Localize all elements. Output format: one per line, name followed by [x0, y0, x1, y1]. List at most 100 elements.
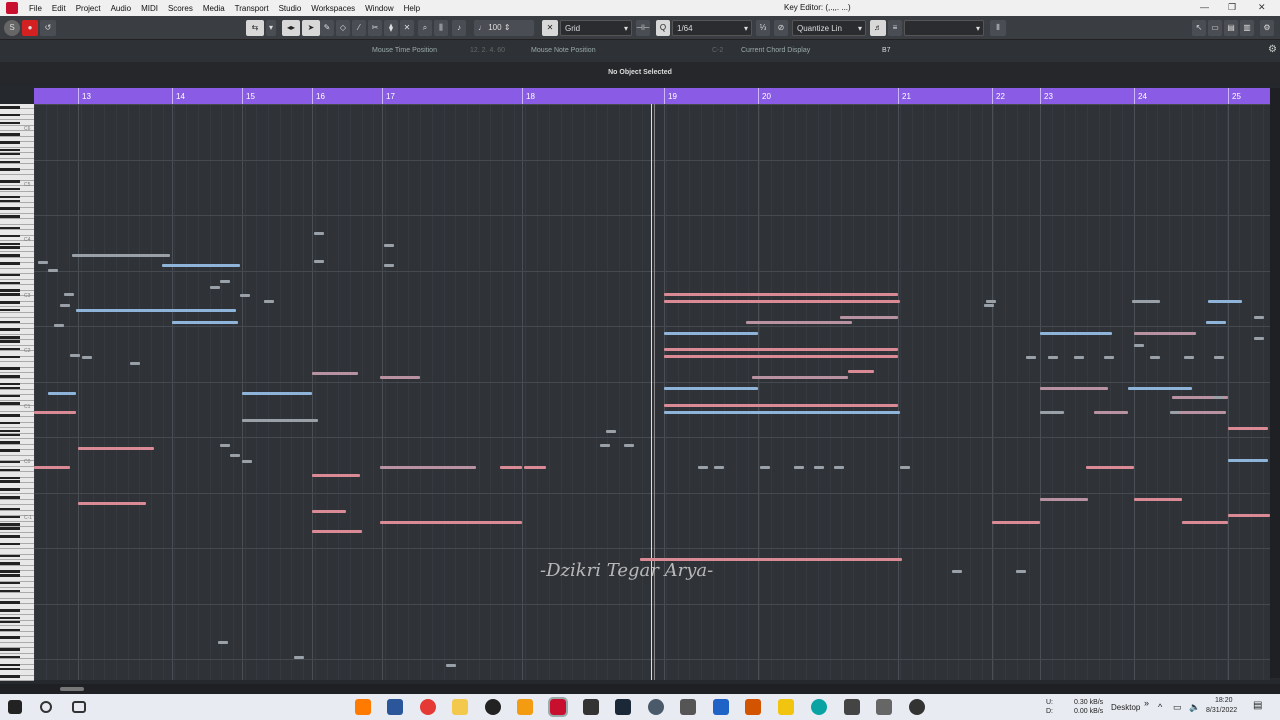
midi-note-short[interactable]	[606, 430, 616, 433]
show-info-icon[interactable]: ⇆	[246, 20, 264, 36]
app-globe-icon[interactable]	[648, 699, 664, 715]
note-grid[interactable]	[34, 104, 1270, 680]
settings-gear-icon[interactable]: ⚙	[1260, 20, 1274, 36]
midi-note[interactable]	[312, 372, 358, 375]
app-chip-icon[interactable]	[680, 699, 696, 715]
glue-tool-icon[interactable]: ⧫	[384, 20, 398, 36]
midi-note[interactable]	[1228, 514, 1270, 517]
window-layout-4-icon[interactable]: ▥	[1240, 20, 1254, 36]
split-tool-icon[interactable]: ✂	[368, 20, 382, 36]
clock-time[interactable]: 18:20	[1215, 697, 1233, 704]
chevron-icon[interactable]: »	[1144, 698, 1149, 708]
midi-note[interactable]	[500, 466, 522, 469]
midi-note[interactable]	[664, 411, 900, 414]
midi-note-short[interactable]	[48, 269, 58, 272]
powerpoint-icon[interactable]	[745, 699, 761, 715]
midi-note-short[interactable]	[210, 286, 220, 289]
midi-note-short[interactable]	[986, 300, 996, 303]
menu-project[interactable]: Project	[71, 4, 106, 13]
midi-note[interactable]	[1040, 332, 1112, 335]
midi-note-short[interactable]	[242, 460, 252, 463]
midi-note-short[interactable]	[240, 294, 250, 297]
midi-note[interactable]	[76, 309, 236, 312]
window-layout-3-icon[interactable]: ▤	[1224, 20, 1238, 36]
menu-transport[interactable]: Transport	[230, 4, 274, 13]
menu-workspaces[interactable]: Workspaces	[306, 4, 360, 13]
midi-note[interactable]	[1174, 411, 1226, 414]
draw-tool-icon[interactable]: ✎	[320, 20, 334, 36]
midi-note[interactable]	[312, 474, 360, 477]
midi-note-short[interactable]	[218, 641, 228, 644]
midi-note[interactable]	[664, 355, 898, 358]
close-button[interactable]: ✕	[1258, 2, 1266, 13]
search-icon[interactable]	[40, 701, 52, 713]
midi-note-short[interactable]	[600, 444, 610, 447]
bar-ruler[interactable]: 13 14 15 16 17 18 19 20 21 22 23 24 25	[34, 88, 1270, 104]
midi-note[interactable]	[78, 447, 154, 450]
erase-tool-icon[interactable]: ◇	[336, 20, 350, 36]
snap-options-icon[interactable]: ⊣⊢	[636, 20, 650, 36]
piano-keyboard[interactable]: C6 C5 C4 C3 C2 C1 C0 C-1	[0, 104, 34, 681]
cubase-taskbar-icon[interactable]	[548, 697, 568, 717]
info-settings-gear-icon[interactable]: ⚙	[1268, 44, 1277, 55]
midi-note[interactable]	[312, 530, 362, 533]
midi-note-short[interactable]	[1214, 356, 1224, 359]
app-dial-icon[interactable]	[909, 699, 925, 715]
midi-note[interactable]	[1040, 411, 1064, 414]
menu-help[interactable]: Help	[399, 4, 425, 13]
midi-note[interactable]	[1094, 411, 1128, 414]
autoscroll-icon[interactable]: ◂▸	[282, 20, 300, 36]
midi-note[interactable]	[1182, 521, 1228, 524]
chrome-icon[interactable]	[420, 699, 436, 715]
midi-note-short[interactable]	[60, 304, 70, 307]
midi-note[interactable]	[172, 321, 238, 324]
calculator-icon[interactable]	[844, 699, 860, 715]
midi-note-short[interactable]	[314, 260, 324, 263]
app-warning-icon[interactable]	[778, 699, 794, 715]
midi-note[interactable]	[380, 466, 476, 469]
midi-note[interactable]	[242, 419, 318, 422]
midi-note[interactable]	[664, 387, 758, 390]
midi-note-short[interactable]	[230, 454, 240, 457]
apply-quantize-icon[interactable]: ⊘	[774, 20, 788, 36]
midi-note-short[interactable]	[794, 466, 804, 469]
snap-toggle-icon[interactable]: ✕	[542, 20, 558, 36]
colors-select[interactable]: ▾	[904, 20, 984, 36]
menu-file[interactable]: File	[24, 4, 47, 13]
menu-midi[interactable]: MIDI	[136, 4, 163, 13]
chord-editing-icon[interactable]: ♬	[870, 20, 886, 36]
grid-value-select[interactable]: 1/64 ▾	[672, 20, 752, 36]
midi-note[interactable]	[1208, 300, 1242, 303]
midi-note-short[interactable]	[1184, 356, 1194, 359]
midi-note-short[interactable]	[38, 261, 48, 264]
app-search-icon[interactable]	[713, 699, 729, 715]
edge-icon[interactable]	[811, 699, 827, 715]
midi-note[interactable]	[664, 332, 758, 335]
midi-note[interactable]	[1086, 466, 1134, 469]
midi-note-short[interactable]	[54, 324, 64, 327]
midi-note[interactable]	[34, 466, 70, 469]
midi-note[interactable]	[840, 316, 898, 319]
midi-note-short[interactable]	[952, 570, 962, 573]
midi-note-short[interactable]	[984, 304, 994, 307]
midi-note[interactable]	[1228, 427, 1268, 430]
task-view-icon[interactable]	[72, 701, 86, 713]
grid-type-select[interactable]: Grid ▾	[560, 20, 632, 36]
iterative-quantize-icon[interactable]: ⅓	[756, 20, 770, 36]
line-tool-icon[interactable]: ⫼	[434, 20, 448, 36]
desktop-toolbar-label[interactable]: Desktop	[1111, 703, 1140, 712]
menu-audio[interactable]: Audio	[106, 4, 136, 13]
quantize-preset-icon[interactable]: Q	[656, 20, 670, 36]
midi-note-short[interactable]	[1074, 356, 1084, 359]
midi-note[interactable]	[312, 510, 346, 513]
fl-studio-icon[interactable]	[517, 699, 533, 715]
window-layout-2-icon[interactable]: ▭	[1208, 20, 1222, 36]
midi-note-short[interactable]	[264, 300, 274, 303]
midi-note-short[interactable]	[1026, 356, 1036, 359]
midi-note-short[interactable]	[70, 354, 80, 357]
app-triangle-icon[interactable]	[583, 699, 599, 715]
windows-start-icon[interactable]	[8, 700, 22, 714]
insert-velocity-field[interactable]: ♩ 100 ⇕	[474, 20, 534, 36]
midi-note[interactable]	[242, 392, 312, 395]
midi-note[interactable]	[78, 502, 146, 505]
